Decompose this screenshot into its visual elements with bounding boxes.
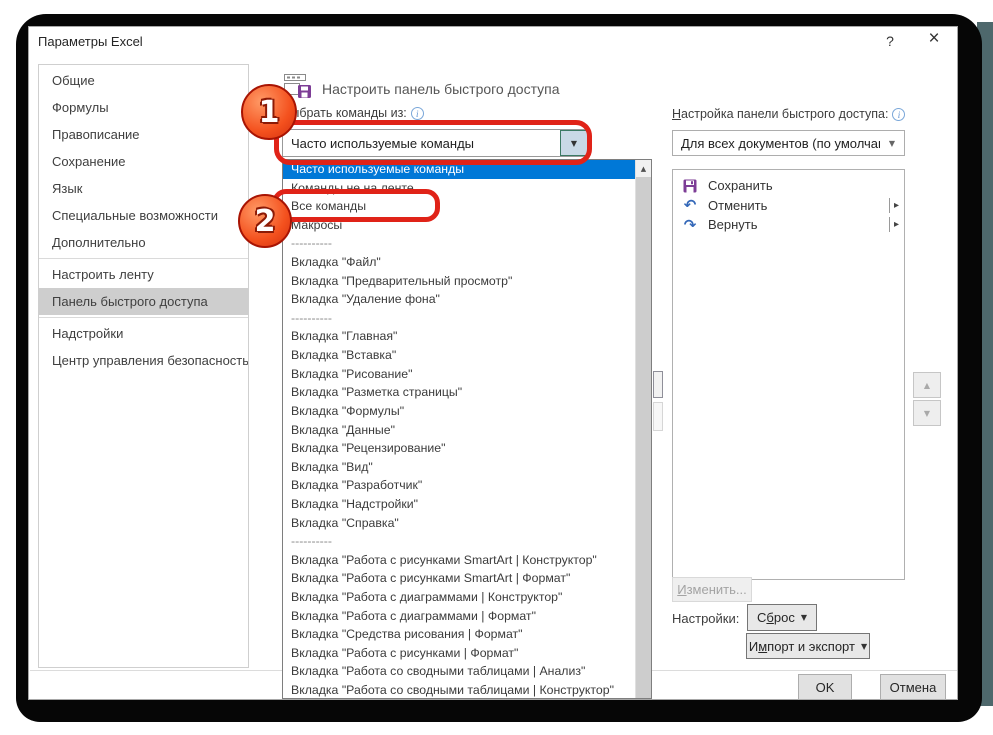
sidebar-item-language[interactable]: Язык	[39, 175, 248, 202]
sidebar-item-trust-center[interactable]: Центр управления безопасностью	[39, 347, 248, 374]
sidebar-divider	[39, 258, 248, 259]
qat-items-listbox: Сохранить ↶ Отменить ▸ ↷ Вернуть ▸	[672, 169, 905, 580]
choose-commands-label: Выбрать команды из:i	[282, 106, 424, 120]
dropdown-option[interactable]: Вкладка "Средства рисования | Формат"	[283, 625, 635, 644]
flyout-arrow-icon[interactable]: ▸	[889, 217, 899, 232]
dropdown-option[interactable]: Вкладка "Формулы"	[283, 402, 635, 421]
help-button[interactable]: ?	[878, 30, 902, 52]
reset-button[interactable]: Сброс ▼	[747, 604, 817, 631]
redo-icon: ↷	[681, 218, 699, 232]
scroll-up-button[interactable]: ▲	[636, 160, 651, 177]
chevron-down-icon: ▼	[801, 613, 807, 622]
dropdown-option[interactable]: Вкладка "Данные"	[283, 421, 635, 440]
sidebar-item-advanced[interactable]: Дополнительно	[39, 229, 248, 256]
dropdown-option[interactable]: Вкладка "Рецензирование"	[283, 439, 635, 458]
dropdown-option[interactable]: Вкладка "Работа с рисунками SmartArt | К…	[283, 551, 635, 570]
sidebar-item-general[interactable]: Общие	[39, 67, 248, 94]
info-icon[interactable]: i	[892, 108, 905, 121]
dropdown-separator: ----------	[283, 309, 635, 328]
dropdown-option[interactable]: Вкладка "Работа с диаграммами | Формат"	[283, 607, 635, 626]
dropdown-option[interactable]: Вкладка "Работа со сводными таблицами | …	[283, 662, 635, 681]
annotation-highlight-combobox	[274, 120, 592, 165]
sidebar-item-customize-ribbon[interactable]: Настроить ленту	[39, 261, 248, 288]
move-up-button[interactable]: ▲	[913, 372, 941, 398]
annotation-step-2-badge: 2	[238, 194, 292, 248]
sidebar-item-quick-access-toolbar[interactable]: Панель быстрого доступа	[39, 288, 248, 315]
dropdown-option[interactable]: Вкладка "Вставка"	[283, 346, 635, 365]
commands-dropdown-list: Часто используемые команды Команды не на…	[282, 159, 652, 699]
qat-item-label: Отменить	[708, 198, 767, 213]
dropdown-separator: ----------	[283, 532, 635, 551]
dropdown-option[interactable]: Вкладка "Главная"	[283, 327, 635, 346]
help-icon: ?	[886, 33, 894, 49]
dropdown-scrollbar[interactable]: ▲	[635, 160, 651, 698]
qat-scope-combobox[interactable]: Для всех документов (по умолчан... ▼	[672, 130, 905, 156]
chevron-down-icon: ▼	[880, 139, 904, 148]
dropdown-option[interactable]: Вкладка "Предварительный просмотр"	[283, 272, 635, 291]
move-down-button[interactable]: ▼	[913, 400, 941, 426]
flyout-arrow-icon[interactable]: ▸	[889, 198, 899, 213]
sidebar-item-accessibility[interactable]: Специальные возможности	[39, 202, 248, 229]
section-title: Настроить панель быстрого доступа	[322, 81, 560, 97]
info-icon[interactable]: i	[411, 107, 424, 120]
dropdown-option[interactable]: Вкладка "Работа с рисунками SmartArt | Ф…	[283, 569, 635, 588]
add-button-partial[interactable]	[653, 371, 663, 398]
import-export-button[interactable]: Импорт и экспорт ▼	[746, 633, 870, 659]
qat-item-save[interactable]: Сохранить	[673, 176, 904, 196]
sidebar-item-proofing[interactable]: Правописание	[39, 121, 248, 148]
dropdown-option[interactable]: Вкладка "Рисование"	[283, 365, 635, 384]
dropdown-option[interactable]: Вкладка "Надстройки"	[283, 495, 635, 514]
dropdown-option[interactable]: Вкладка "Удаление фона"	[283, 290, 635, 309]
qat-item-label: Вернуть	[708, 217, 758, 232]
sidebar-divider	[39, 317, 248, 318]
cancel-button[interactable]: Отмена	[880, 674, 946, 700]
qat-item-undo[interactable]: ↶ Отменить ▸	[673, 196, 904, 216]
customize-qat-label: Настройка панели быстрого доступа:i	[672, 107, 905, 121]
dialog-title: Параметры Excel	[38, 34, 143, 49]
screenshot-root: Параметры Excel ? × Общие Формулы Правоп…	[0, 0, 993, 735]
dropdown-option[interactable]: Вкладка "Вид"	[283, 458, 635, 477]
sidebar-item-save[interactable]: Сохранение	[39, 148, 248, 175]
save-icon	[681, 179, 699, 193]
qat-item-redo[interactable]: ↷ Вернуть ▸	[673, 215, 904, 235]
qat-item-label: Сохранить	[708, 178, 773, 193]
sidebar-item-formulas[interactable]: Формулы	[39, 94, 248, 121]
arrow-up-icon: ▲	[924, 381, 930, 390]
dropdown-option[interactable]: Вкладка "Разметка страницы"	[283, 383, 635, 402]
options-nav-sidebar: Общие Формулы Правописание Сохранение Яз…	[38, 64, 249, 668]
dropdown-option[interactable]: Вкладка "Справка"	[283, 514, 635, 533]
dropdown-separator: ----------	[283, 234, 635, 253]
dropdown-option[interactable]: Вкладка "Работа с рисунками | Формат"	[283, 644, 635, 663]
dropdown-option[interactable]: Вкладка "Работа с диаграммами | Конструк…	[283, 588, 635, 607]
arrow-down-icon: ▼	[924, 409, 930, 418]
settings-label: Настройки:	[672, 611, 739, 626]
close-button[interactable]: ×	[922, 28, 946, 50]
dropdown-option[interactable]: Вкладка "Разработчик"	[283, 476, 635, 495]
chevron-down-icon: ▼	[861, 642, 867, 651]
dropdown-option[interactable]: Вкладка "Файл"	[283, 253, 635, 272]
ok-button[interactable]: OK	[798, 674, 852, 700]
undo-icon: ↶	[681, 198, 699, 212]
sidebar-item-addins[interactable]: Надстройки	[39, 320, 248, 347]
remove-button-partial[interactable]	[653, 402, 663, 431]
modify-button: Изменить...	[672, 577, 752, 602]
close-icon: ×	[928, 28, 939, 50]
annotation-highlight-all-commands	[272, 189, 440, 222]
combobox-value: Для всех документов (по умолчан...	[673, 136, 880, 151]
chevron-up-icon: ▲	[641, 165, 646, 173]
dropdown-option[interactable]: Вкладка "Работа со сводными таблицами | …	[283, 681, 635, 699]
annotation-step-1-badge: 1	[241, 84, 297, 140]
